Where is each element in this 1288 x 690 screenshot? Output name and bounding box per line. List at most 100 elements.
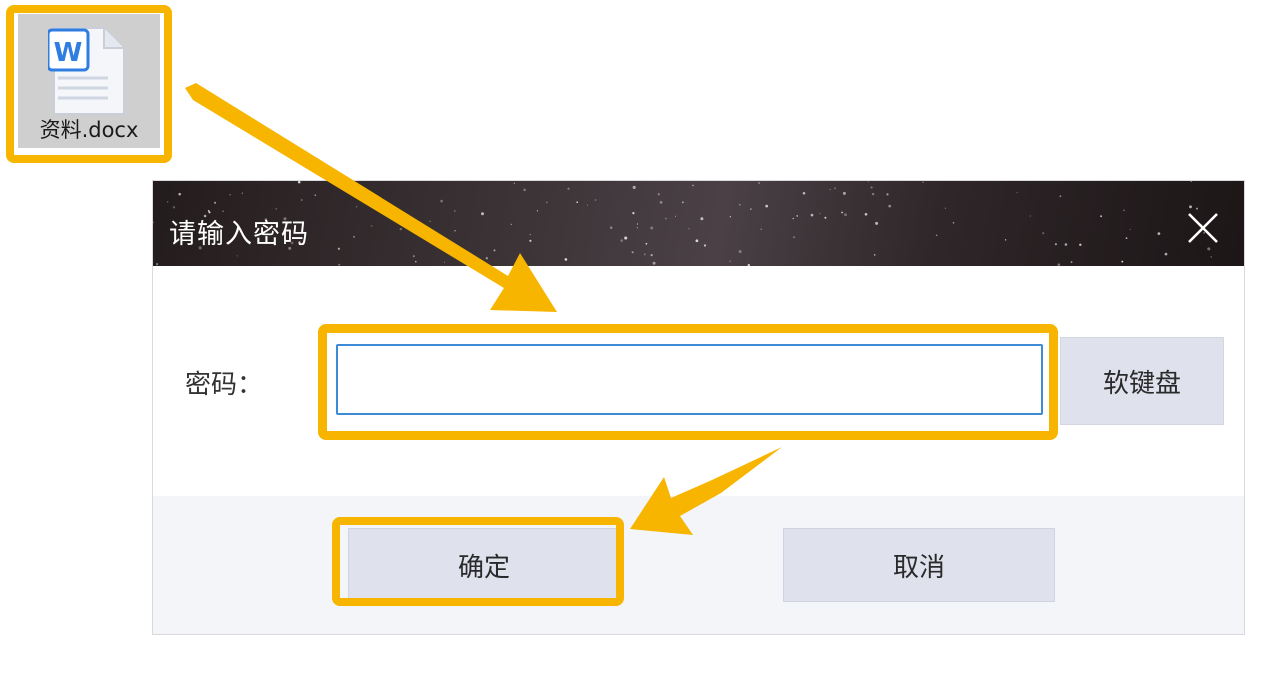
- star-dot: [567, 187, 570, 190]
- star-dot: [415, 260, 417, 263]
- star-dot: [796, 215, 799, 217]
- star-dot: [493, 249, 496, 252]
- star-dot: [871, 192, 875, 196]
- star-dot: [935, 234, 938, 237]
- star-dot: [587, 204, 589, 206]
- star-dot: [864, 212, 868, 216]
- star-dot: [167, 201, 169, 203]
- star-dot: [529, 239, 532, 242]
- star-dot: [829, 188, 831, 191]
- star-dot: [417, 224, 420, 227]
- password-input[interactable]: [336, 344, 1043, 415]
- star-dot: [1164, 252, 1168, 256]
- star-dot: [1064, 243, 1068, 246]
- star-dot: [659, 201, 663, 204]
- star-dot: [650, 253, 653, 257]
- star-dot: [344, 183, 348, 187]
- star-dot: [178, 192, 181, 196]
- star-dot: [453, 210, 456, 212]
- star-dot: [440, 199, 443, 203]
- star-dot: [334, 181, 338, 183]
- star-dot: [681, 201, 684, 204]
- star-dot: [370, 225, 373, 227]
- desktop-file[interactable]: W 资料.docx: [18, 14, 160, 148]
- star-dot: [692, 184, 694, 187]
- star-dot: [631, 251, 634, 254]
- star-dot: [513, 182, 515, 184]
- star-dot: [172, 206, 176, 209]
- star-dot: [229, 194, 231, 196]
- star-dot: [300, 199, 303, 201]
- star-dot: [1054, 243, 1057, 246]
- star-dot: [1016, 191, 1018, 194]
- star-dot: [886, 193, 889, 196]
- star-dot: [700, 217, 704, 221]
- star-dot: [824, 216, 827, 219]
- star-dot: [399, 227, 402, 231]
- star-dot: [356, 206, 358, 208]
- star-dot: [1029, 215, 1031, 217]
- star-dot: [819, 213, 821, 215]
- star-dot: [236, 255, 238, 257]
- star-dot: [609, 226, 613, 230]
- star-dot: [952, 222, 955, 224]
- star-dot: [867, 181, 869, 183]
- star-dot: [1189, 205, 1192, 209]
- star-dot: [842, 191, 846, 195]
- star-dot: [297, 181, 301, 184]
- star-dot: [386, 213, 390, 216]
- star-dot: [944, 207, 946, 209]
- starfield-background: [153, 181, 1212, 266]
- star-dot: [688, 228, 690, 230]
- password-dialog: 请输入密码 密码： 软键盘 确定 取消: [152, 180, 1245, 635]
- star-dot: [875, 221, 879, 225]
- star-dot: [841, 211, 843, 214]
- star-dot: [765, 204, 769, 208]
- star-dot: [643, 253, 646, 256]
- soft-keyboard-button[interactable]: 软键盘: [1060, 337, 1224, 425]
- star-dot: [536, 210, 538, 212]
- star-dot: [1157, 232, 1161, 235]
- close-button[interactable]: [1186, 211, 1220, 245]
- password-label: 密码：: [185, 370, 264, 400]
- star-dot: [758, 182, 760, 184]
- star-dot: [1059, 195, 1062, 198]
- screenshot-stage: W 资料.docx 请输入密码 密码： 软键盘 确定 取消: [0, 0, 1288, 690]
- star-dot: [337, 247, 341, 250]
- star-dot: [1129, 228, 1131, 230]
- star-dot: [792, 236, 796, 239]
- star-dot: [922, 181, 924, 183]
- star-dot: [523, 188, 526, 192]
- star-dot: [674, 215, 677, 217]
- star-dot: [241, 192, 243, 194]
- star-dot: [760, 228, 762, 230]
- star-dot: [657, 193, 660, 196]
- star-dot: [1123, 209, 1125, 212]
- star-dot: [510, 223, 512, 225]
- star-dot: [353, 236, 355, 238]
- star-dot: [870, 186, 873, 189]
- star-dot: [481, 212, 484, 216]
- star-dot: [695, 239, 699, 243]
- star-dot: [153, 221, 155, 224]
- star-dot: [1125, 237, 1128, 239]
- star-dot: [1190, 181, 1193, 183]
- ok-button[interactable]: 确定: [348, 528, 620, 602]
- star-dot: [792, 217, 794, 220]
- star-dot: [873, 254, 876, 256]
- star-dot: [664, 217, 667, 220]
- star-dot: [1070, 261, 1073, 264]
- star-dot: [1210, 256, 1212, 258]
- star-dot: [443, 261, 446, 263]
- star-dot: [834, 187, 836, 190]
- dialog-titlebar[interactable]: 请输入密码: [153, 181, 1244, 266]
- star-dot: [750, 208, 752, 210]
- star-dot: [214, 201, 217, 204]
- star-dot: [594, 199, 597, 201]
- star-dot: [632, 212, 635, 215]
- star-dot: [1196, 207, 1198, 210]
- star-dot: [1207, 247, 1211, 251]
- star-dot: [454, 230, 456, 232]
- cancel-button[interactable]: 取消: [783, 528, 1055, 602]
- close-icon: [1188, 213, 1218, 243]
